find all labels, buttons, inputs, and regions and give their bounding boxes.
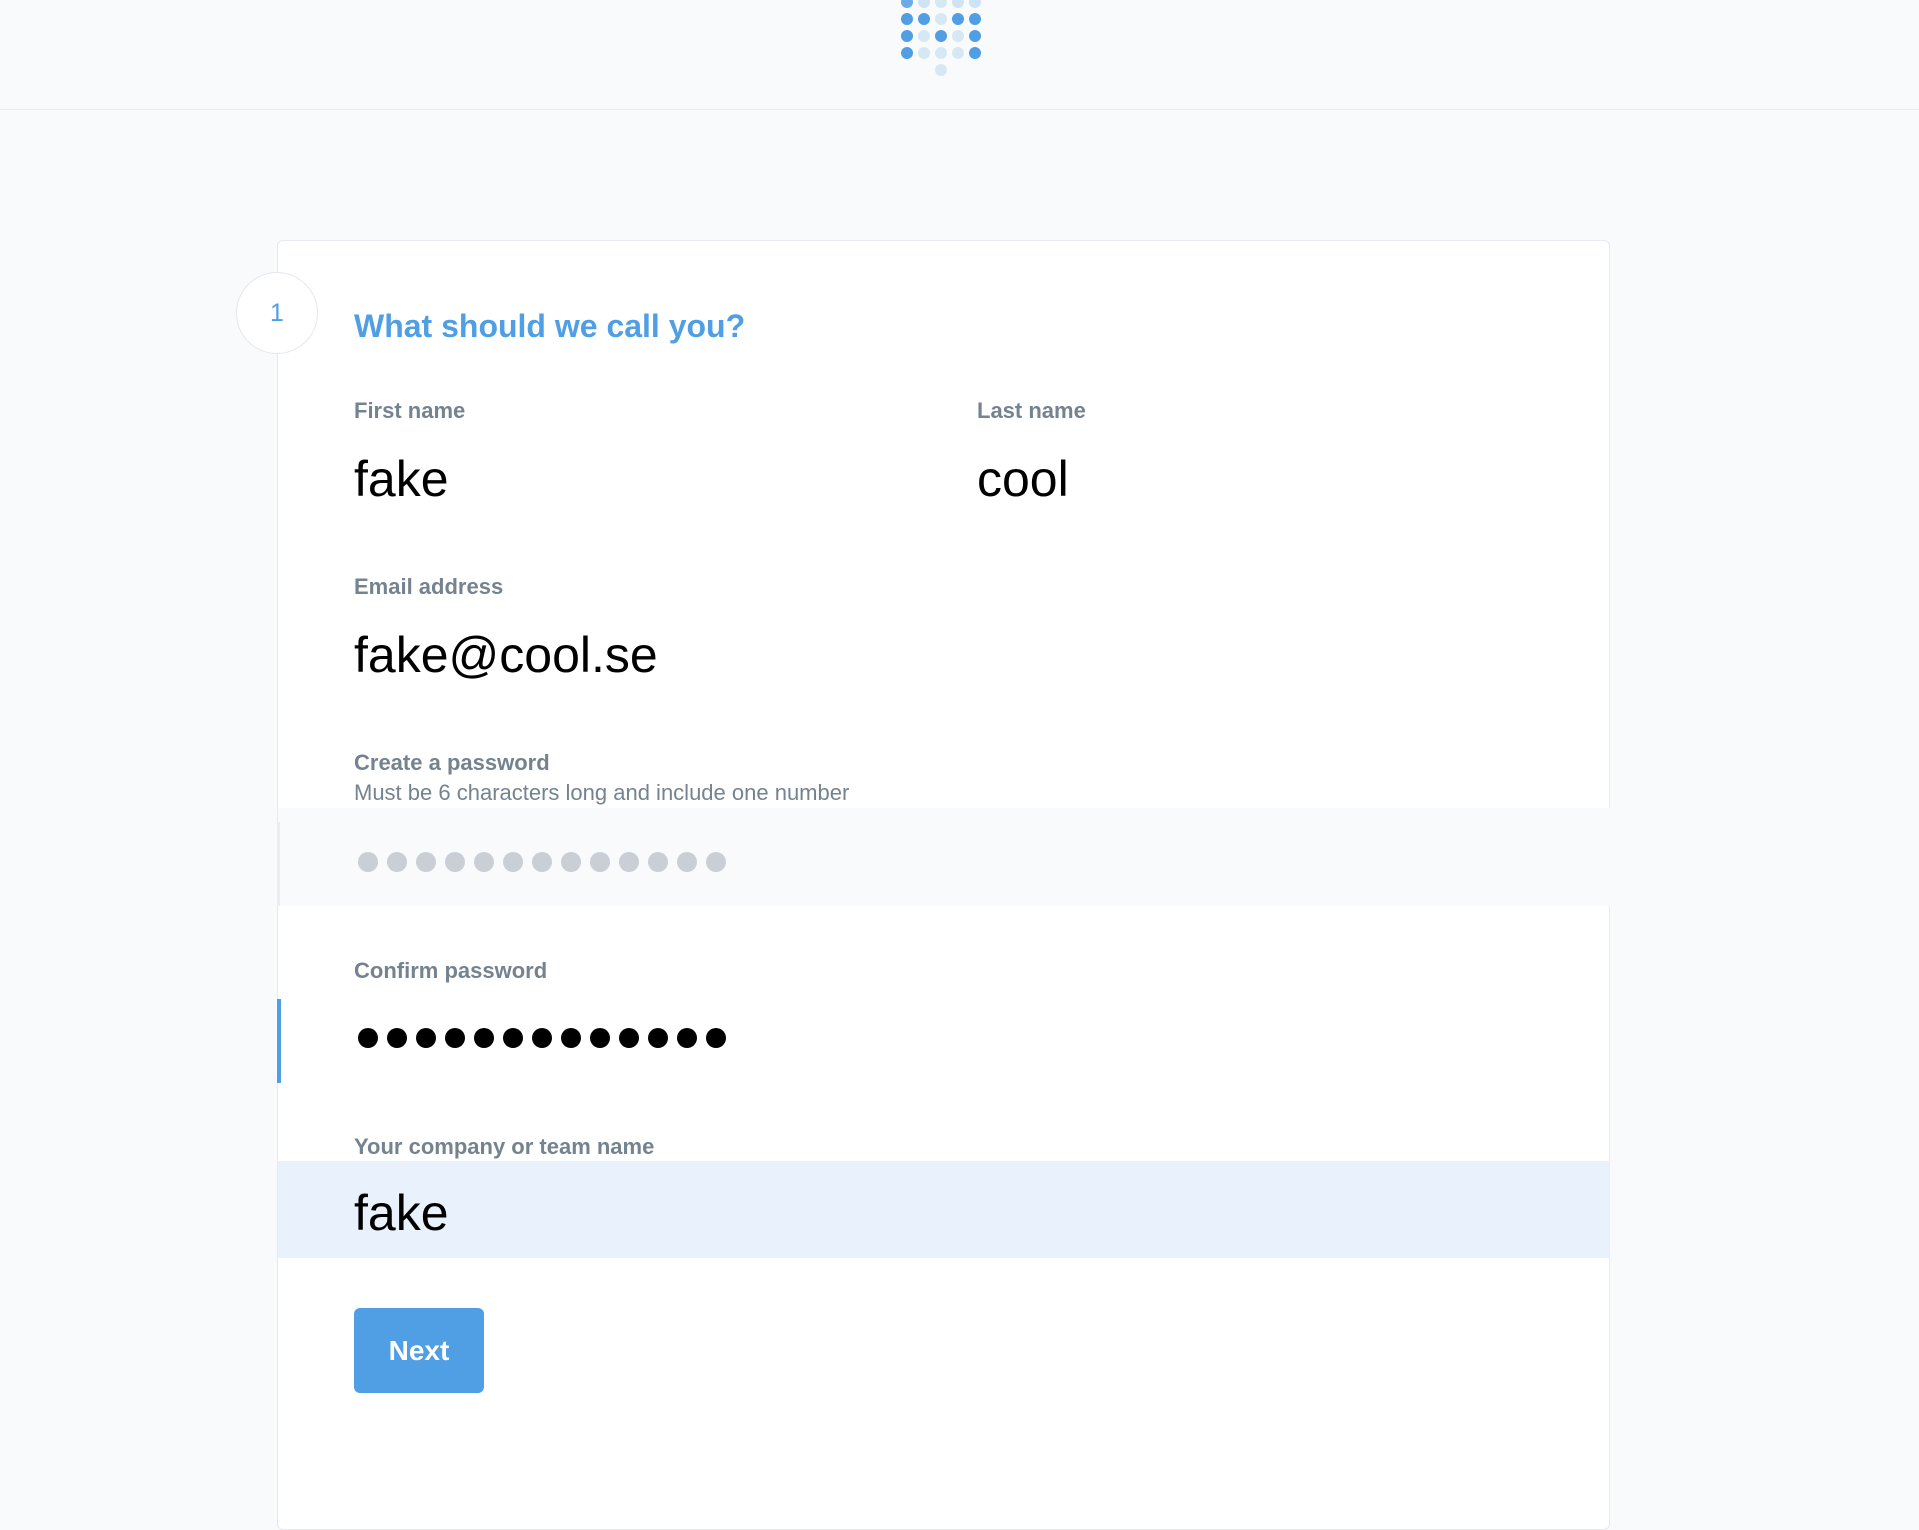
masked-character-dot bbox=[677, 852, 697, 872]
last-name-input[interactable]: cool bbox=[977, 454, 1069, 504]
masked-character-dot bbox=[561, 1028, 581, 1048]
masked-character-dot bbox=[387, 852, 407, 872]
company-field-background[interactable] bbox=[278, 1161, 1610, 1258]
masked-character-dot bbox=[590, 1028, 610, 1048]
confirm-password-label: Confirm password bbox=[354, 958, 548, 983]
masked-character-dot bbox=[503, 1028, 523, 1048]
masked-character-dot bbox=[503, 852, 523, 872]
top-header bbox=[0, 0, 1919, 110]
confirm-password-focus-indicator bbox=[277, 999, 281, 1083]
masked-character-dot bbox=[416, 852, 436, 872]
masked-character-dot bbox=[416, 1028, 436, 1048]
masked-character-dot bbox=[590, 852, 610, 872]
masked-character-dot bbox=[532, 1028, 552, 1048]
confirm-password-input[interactable] bbox=[358, 1028, 726, 1048]
last-name-label: Last name bbox=[977, 398, 1086, 423]
masked-character-dot bbox=[358, 852, 378, 872]
next-button-label: Next bbox=[388, 1334, 450, 1366]
masked-character-dot bbox=[387, 1028, 407, 1048]
masked-character-dot bbox=[358, 1028, 378, 1048]
next-button[interactable]: Next bbox=[354, 1308, 484, 1393]
masked-character-dot bbox=[619, 852, 639, 872]
masked-character-dot bbox=[445, 852, 465, 872]
masked-character-dot bbox=[706, 1028, 726, 1048]
password-input[interactable] bbox=[358, 852, 726, 872]
masked-character-dot bbox=[474, 852, 494, 872]
company-input[interactable]: fake bbox=[354, 1188, 449, 1238]
masked-character-dot bbox=[677, 1028, 697, 1048]
masked-character-dot bbox=[474, 1028, 494, 1048]
masked-character-dot bbox=[619, 1028, 639, 1048]
masked-character-dot bbox=[648, 1028, 668, 1048]
masked-character-dot bbox=[561, 852, 581, 872]
step-number-badge: 1 bbox=[236, 272, 318, 354]
masked-character-dot bbox=[648, 852, 668, 872]
metabase-logo-icon[interactable] bbox=[897, 0, 987, 80]
masked-character-dot bbox=[445, 1028, 465, 1048]
company-label: Your company or team name bbox=[354, 1134, 655, 1159]
password-hint: Must be 6 characters long and include on… bbox=[354, 780, 850, 805]
masked-character-dot bbox=[532, 852, 552, 872]
email-label: Email address bbox=[354, 574, 504, 599]
first-name-input[interactable]: fake bbox=[354, 454, 449, 504]
email-input[interactable]: fake@cool.se bbox=[354, 630, 658, 680]
first-name-label: First name bbox=[354, 398, 466, 423]
password-label: Create a password bbox=[354, 750, 550, 775]
password-field-edge bbox=[277, 822, 280, 906]
masked-character-dot bbox=[706, 852, 726, 872]
step-title: What should we call you? bbox=[354, 308, 746, 344]
step-number: 1 bbox=[270, 298, 284, 327]
